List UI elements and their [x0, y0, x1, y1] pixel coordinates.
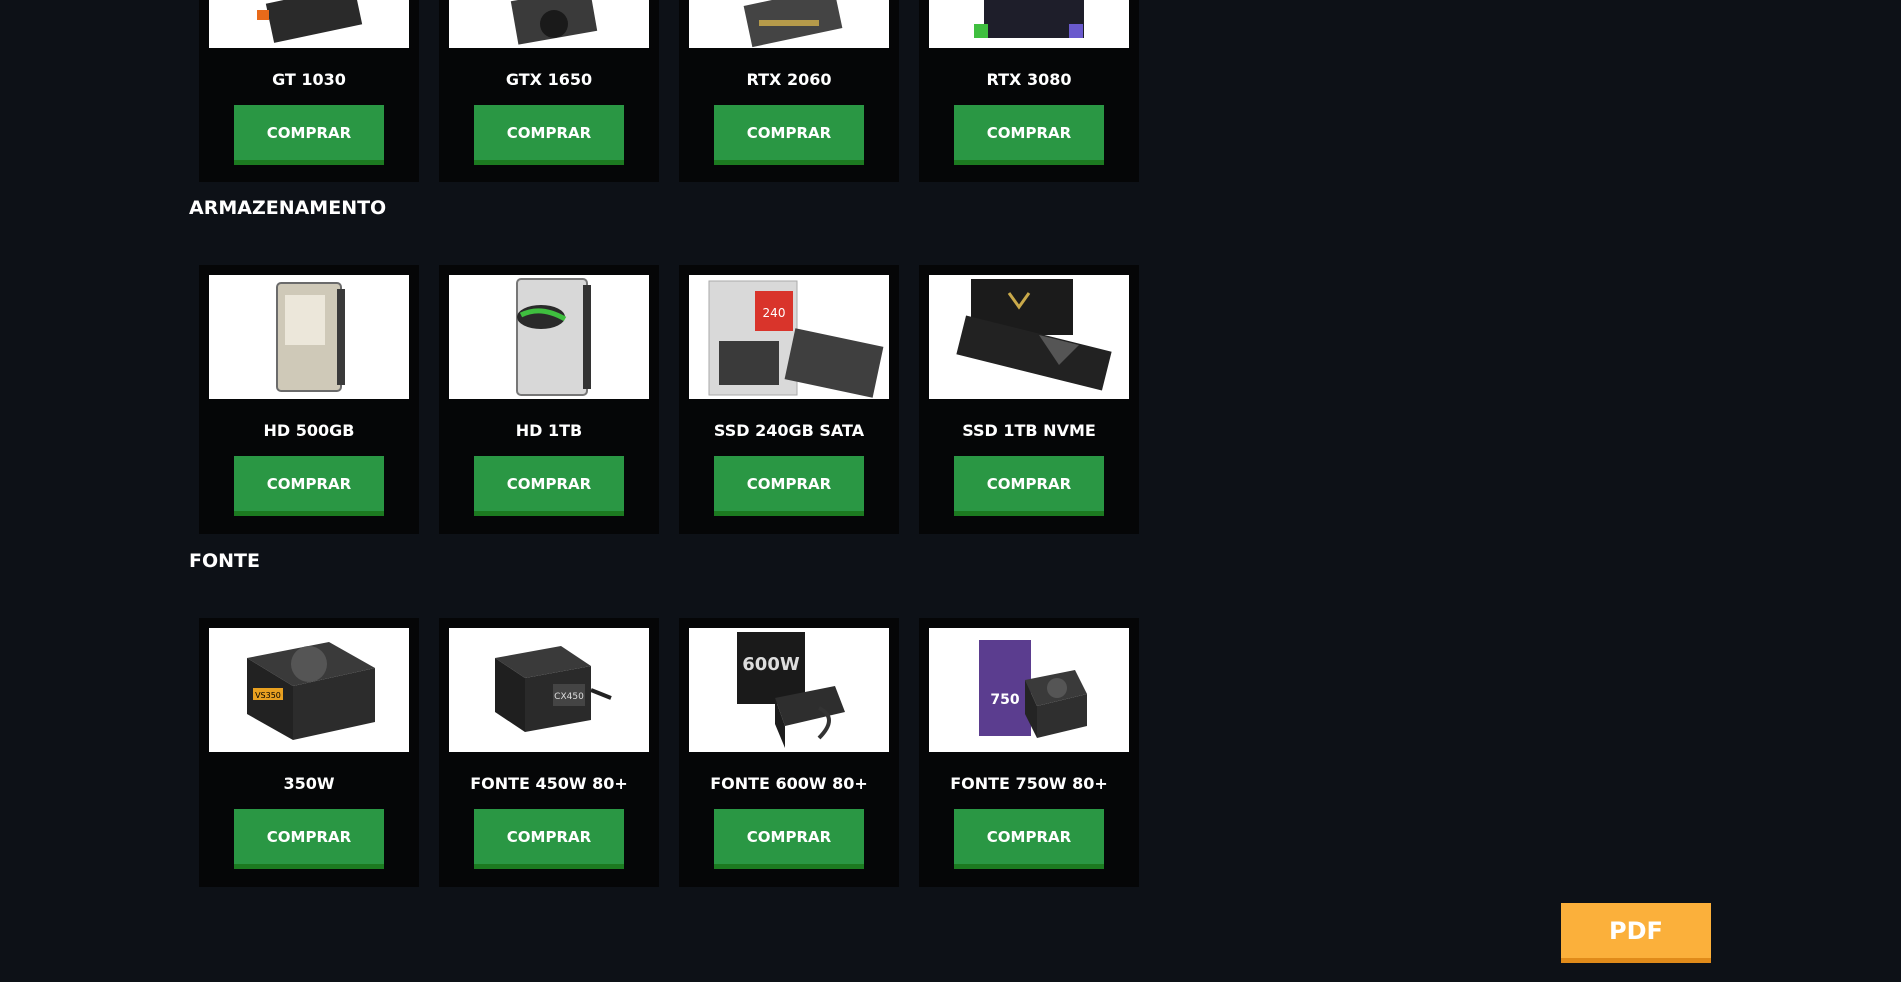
- psu-model-label: 600W: [742, 654, 800, 675]
- gpu-image: [929, 0, 1129, 48]
- product-card: RTX 3080 COMPRAR: [919, 0, 1139, 182]
- product-name: RTX 3080: [986, 70, 1072, 89]
- buy-button[interactable]: COMPRAR: [474, 809, 624, 869]
- product-name: FONTE 450W 80+: [470, 774, 628, 793]
- gpu-image: [449, 0, 649, 48]
- buy-button[interactable]: COMPRAR: [234, 456, 384, 516]
- buy-button[interactable]: COMPRAR: [234, 809, 384, 869]
- gpu-row: GT 1030 COMPRAR GTX 1650 COMPRAR RTX 206…: [199, 0, 1139, 182]
- psu-image: 600W: [689, 628, 889, 752]
- product-name: SSD 1TB NVME: [962, 421, 1096, 440]
- storage-row: HD 500GB COMPRAR HD 1TB COMPRAR 240 SSD …: [199, 265, 1139, 534]
- product-name: RTX 2060: [746, 70, 832, 89]
- product-card: HD 1TB COMPRAR: [439, 265, 659, 534]
- nvme-image: [929, 275, 1129, 399]
- product-name: FONTE 600W 80+: [710, 774, 868, 793]
- psu-row: VS350 350W COMPRAR CX450 FONTE 450W 80+ …: [199, 618, 1139, 887]
- product-card: GT 1030 COMPRAR: [199, 0, 419, 182]
- product-name: GT 1030: [272, 70, 346, 89]
- product-card: VS350 350W COMPRAR: [199, 618, 419, 887]
- psu-model-label: VS350: [255, 691, 281, 700]
- product-name: HD 500GB: [263, 421, 355, 440]
- hdd-image: [449, 275, 649, 399]
- buy-button[interactable]: COMPRAR: [714, 809, 864, 869]
- buy-button[interactable]: COMPRAR: [234, 105, 384, 165]
- product-card: HD 500GB COMPRAR: [199, 265, 419, 534]
- buy-button[interactable]: COMPRAR: [474, 456, 624, 516]
- psu-image: CX450: [449, 628, 649, 752]
- pdf-button[interactable]: PDF: [1561, 903, 1711, 963]
- page: GT 1030 COMPRAR GTX 1650 COMPRAR RTX 206…: [0, 0, 1901, 982]
- psu-image: VS350: [209, 628, 409, 752]
- buy-button[interactable]: COMPRAR: [714, 456, 864, 516]
- buy-button[interactable]: COMPRAR: [954, 809, 1104, 869]
- psu-model-label: 750: [990, 692, 1019, 708]
- hdd-image: [209, 275, 409, 399]
- section-title-storage: ARMAZENAMENTO: [189, 197, 387, 219]
- section-title-psu: FONTE: [189, 550, 260, 572]
- buy-button[interactable]: COMPRAR: [954, 456, 1104, 516]
- product-name: 350W: [283, 774, 335, 793]
- buy-button[interactable]: COMPRAR: [714, 105, 864, 165]
- psu-image: 750: [929, 628, 1129, 752]
- buy-button[interactable]: COMPRAR: [474, 105, 624, 165]
- product-name: GTX 1650: [505, 70, 593, 89]
- product-name: HD 1TB: [515, 421, 583, 440]
- product-card: GTX 1650 COMPRAR: [439, 0, 659, 182]
- product-card: SSD 1TB NVME COMPRAR: [919, 265, 1139, 534]
- product-card: 240 SSD 240GB SATA COMPRAR: [679, 265, 899, 534]
- buy-button[interactable]: COMPRAR: [954, 105, 1104, 165]
- product-card: 750 FONTE 750W 80+ COMPRAR: [919, 618, 1139, 887]
- psu-model-label: CX450: [554, 692, 584, 702]
- product-card: RTX 2060 COMPRAR: [679, 0, 899, 182]
- gpu-image: [689, 0, 889, 48]
- ssd-image: 240: [689, 275, 889, 399]
- product-card: 600W FONTE 600W 80+ COMPRAR: [679, 618, 899, 887]
- product-card: CX450 FONTE 450W 80+ COMPRAR: [439, 618, 659, 887]
- ssd-capacity-label: 240: [763, 306, 786, 320]
- gpu-image: [209, 0, 409, 48]
- product-name: SSD 240GB SATA: [713, 421, 865, 440]
- product-name: FONTE 750W 80+: [950, 774, 1108, 793]
